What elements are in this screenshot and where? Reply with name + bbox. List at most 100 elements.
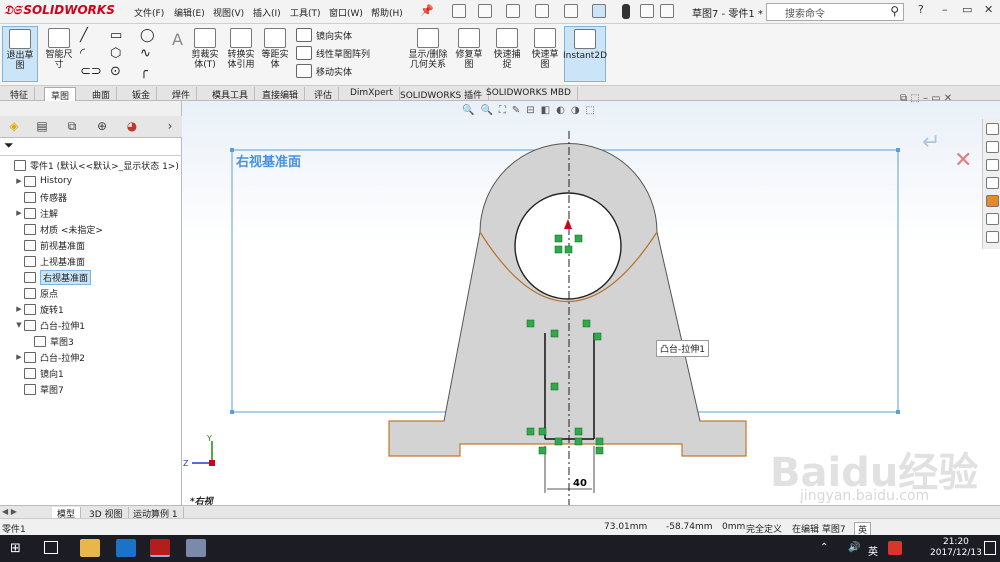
file-explorer-taskbar-icon[interactable]: [80, 539, 100, 557]
filter-funnel-icon[interactable]: ⏷: [4, 138, 14, 152]
expand-arrow-icon[interactable]: ▼: [14, 321, 24, 329]
search-icon[interactable]: ⚲: [890, 4, 899, 18]
tree-item[interactable]: 右视基准面: [0, 269, 182, 285]
help-question-icon[interactable]: ?: [918, 3, 924, 16]
rebuild-icon[interactable]: [622, 4, 630, 19]
print-icon[interactable]: [535, 4, 549, 18]
menu-help[interactable]: 帮助(H): [371, 6, 403, 19]
trim-entities-button[interactable]: 剪裁实体(T): [188, 28, 222, 70]
file-properties-icon[interactable]: [640, 4, 654, 18]
circle-icon[interactable]: ◯: [140, 28, 155, 43]
home-icon[interactable]: [986, 123, 999, 135]
cancel-x-icon[interactable]: ✕: [954, 148, 972, 173]
plane-handle[interactable]: [230, 410, 234, 414]
text-icon[interactable]: A: [172, 30, 183, 49]
tray-app-icon[interactable]: [888, 541, 902, 555]
tree-item[interactable]: ▶ History: [0, 173, 182, 189]
display-manager-tab-icon[interactable]: ◕: [122, 119, 142, 135]
open-folder-icon[interactable]: [478, 4, 492, 18]
configuration-manager-tab-icon[interactable]: ⧉: [62, 119, 82, 135]
menu-tools[interactable]: 工具(T): [290, 6, 321, 19]
tab-mold-tools[interactable]: 模具工具: [206, 87, 256, 101]
custom-properties-icon[interactable]: [986, 213, 999, 225]
expand-arrow-icon[interactable]: ▶: [14, 305, 24, 313]
tree-item[interactable]: ▶ 旋转1: [0, 301, 182, 317]
tree-item[interactable]: ▶ 注解: [0, 205, 182, 221]
tree-item[interactable]: ▼ 凸台-拉伸1: [0, 317, 182, 333]
rapid-sketch-button[interactable]: 快速草图: [528, 28, 562, 70]
confirm-corner-icon[interactable]: ↵: [922, 130, 940, 155]
repair-sketch-button[interactable]: 修复草图: [452, 28, 486, 70]
appearances-icon[interactable]: [986, 195, 999, 207]
volume-icon[interactable]: 🔊: [848, 542, 860, 553]
tab-evaluate[interactable]: 评估: [308, 87, 340, 101]
tab-features[interactable]: 特征: [4, 87, 36, 101]
solidworks-logo[interactable]: 𝔇𝔖 SOLIDWORKS: [4, 3, 115, 18]
exit-sketch-button[interactable]: 退出草图: [2, 26, 38, 82]
dimxpert-manager-tab-icon[interactable]: ⊕: [92, 119, 112, 135]
quick-snaps-button[interactable]: 快速捕捉: [490, 28, 524, 70]
filter-bar[interactable]: ⏷: [0, 138, 182, 156]
file-explorer-icon[interactable]: [986, 177, 999, 189]
options-gear-icon[interactable]: [660, 4, 674, 18]
tree-item[interactable]: 上视基准面: [0, 253, 182, 269]
expand-arrow-icon[interactable]: ▶: [14, 353, 24, 361]
tab-sketch[interactable]: 草图: [44, 87, 77, 102]
tab-solidworks-addins[interactable]: SOLIDWORKS 插件: [394, 87, 490, 101]
property-manager-tab-icon[interactable]: ▤: [32, 119, 52, 135]
windows-start-icon[interactable]: ⊞: [10, 541, 21, 556]
paint-taskbar-icon[interactable]: [186, 539, 206, 557]
offset-entities-button[interactable]: 等距实体: [258, 28, 292, 70]
design-library-icon[interactable]: [986, 159, 999, 171]
smart-dimension-button[interactable]: 智能尺寸: [42, 28, 76, 70]
tab-direct-editing[interactable]: 直接编辑: [256, 87, 306, 101]
fillet-icon[interactable]: ╭: [140, 64, 148, 79]
menu-insert[interactable]: 插入(I): [253, 6, 281, 19]
menu-view[interactable]: 视图(V): [213, 6, 244, 19]
tree-item[interactable]: 传感器: [0, 189, 182, 205]
slot-icon[interactable]: ⊂⊃: [80, 64, 102, 79]
restore-button[interactable]: ▭: [962, 3, 972, 16]
menu-window[interactable]: 窗口(W): [329, 6, 363, 19]
move-entities-button[interactable]: 移动实体: [296, 62, 406, 80]
forum-icon[interactable]: [986, 231, 999, 243]
polygon-icon[interactable]: ⬡: [110, 46, 121, 61]
tab-surfaces[interactable]: 曲面: [86, 87, 118, 101]
taskbar-clock[interactable]: 21:20 2017/12/13: [930, 537, 982, 559]
menu-edit[interactable]: 编辑(E): [174, 6, 205, 19]
display-relations-button[interactable]: 显示/删除几何关系: [404, 28, 452, 70]
resources-icon[interactable]: [986, 141, 999, 153]
expand-arrow-icon[interactable]: ▶: [14, 209, 24, 217]
tab-weldments[interactable]: 焊件: [166, 87, 198, 101]
search-input[interactable]: 搜索命令 ⚲: [766, 3, 904, 21]
tree-item[interactable]: 零件1 (默认<<默认>_显示状态 1>): [0, 157, 182, 173]
instant2d-button[interactable]: Instant2D: [563, 26, 607, 82]
mirror-entities-button[interactable]: 镜向实体: [296, 26, 406, 44]
edge-browser-icon[interactable]: [116, 539, 136, 557]
task-view-icon[interactable]: [44, 541, 58, 554]
minimize-button[interactable]: –: [942, 3, 948, 16]
dimension-value[interactable]: 40: [573, 478, 587, 489]
point-icon[interactable]: ⊙: [110, 64, 121, 79]
expand-chevron-icon[interactable]: ›: [160, 119, 180, 135]
linear-pattern-button[interactable]: 线性草图阵列: [296, 44, 406, 62]
tree-item[interactable]: 草图7: [0, 381, 182, 397]
plane-handle[interactable]: [896, 148, 900, 152]
pin-icon[interactable]: 📌: [420, 4, 434, 17]
expand-arrow-icon[interactable]: ▶: [14, 177, 24, 185]
tree-item[interactable]: 前视基准面: [0, 237, 182, 253]
tab-dimxpert[interactable]: DimXpert: [344, 87, 400, 101]
notification-icon[interactable]: [984, 541, 996, 555]
part-silhouette[interactable]: [388, 143, 747, 457]
menu-file[interactable]: 文件(F): [134, 6, 164, 19]
tab-sheet-metal[interactable]: 钣金: [126, 87, 158, 101]
tree-item[interactable]: 镜向1: [0, 365, 182, 381]
taskbar-ime[interactable]: 英: [868, 543, 878, 558]
new-document-icon[interactable]: [452, 4, 466, 18]
tree-item[interactable]: 原点: [0, 285, 182, 301]
tree-item[interactable]: 材质 <未指定>: [0, 221, 182, 237]
tab-scroll-arrows[interactable]: ◀ ▶: [2, 507, 17, 516]
tray-chevron-icon[interactable]: ⌃: [820, 542, 828, 553]
plane-handle[interactable]: [230, 148, 234, 152]
convert-entities-button[interactable]: 转换实体引用: [224, 28, 258, 70]
